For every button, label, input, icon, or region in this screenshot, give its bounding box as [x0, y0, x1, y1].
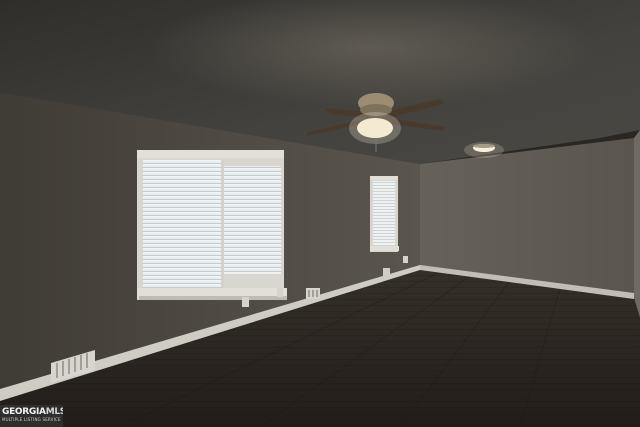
double-window: [137, 150, 287, 300]
watermark-suffix: MLS: [45, 407, 63, 417]
small-window: [370, 176, 399, 252]
right-wall-edge: [634, 130, 640, 318]
watermark-tagline: MULTIPLE LISTING SERVICE: [2, 417, 61, 422]
empty-room-photo: GEORGIAMLS MULTIPLE LISTING SERVICE: [0, 0, 640, 427]
georgiamls-watermark: GEORGIAMLS MULTIPLE LISTING SERVICE: [0, 405, 63, 427]
light-fixture-icon: [464, 142, 504, 158]
watermark-brand: GEORGIA: [2, 407, 46, 417]
